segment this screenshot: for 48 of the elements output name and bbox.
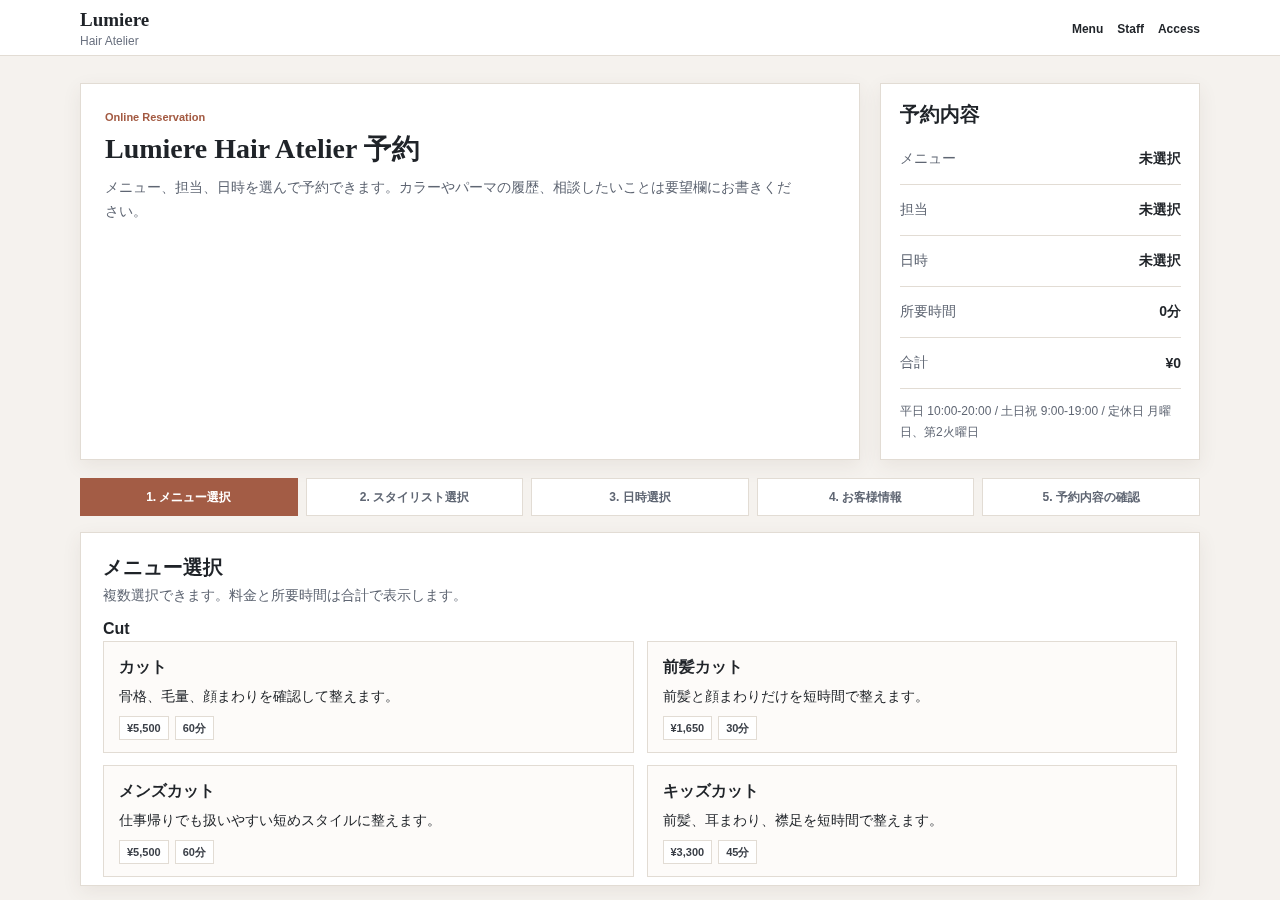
menu-description: 前髪と顔まわりだけを短時間で整えます。: [662, 687, 930, 706]
summary-label: 所要時間: [900, 303, 956, 321]
hours-note: 平日 10:00-20:00 / 土日祝 9:00-19:00 / 定休日 月曜日、第2火曜日: [900, 403, 1173, 441]
summary-label: メニュー: [900, 150, 956, 168]
step-tab[interactable]: 2. スタイリスト選択: [305, 478, 524, 516]
price-tag: ¥5,500: [119, 716, 169, 740]
menu-option-card[interactable]: カット 骨格、毛量、顔まわりを確認して整えます。 ¥5,500 60分: [103, 641, 634, 753]
nav-link[interactable]: Access: [1157, 22, 1200, 36]
eyebrow-label: Online Reservation: [105, 110, 207, 125]
duration-tag: 30分: [718, 716, 758, 740]
summary-title: 予約内容: [900, 102, 981, 127]
nav-link[interactable]: Staff: [1117, 22, 1144, 36]
summary-label: 合計: [900, 354, 928, 372]
menu-option-card[interactable]: メンズカット 仕事帰りでも扱いやすい短めスタイルに整えます。 ¥5,500 60分: [103, 765, 634, 877]
price-tag: ¥1,650: [662, 716, 713, 740]
section-subtitle: 複数選択できます。料金と所要時間は合計で表示します。: [103, 586, 468, 605]
step-tab[interactable]: 5. 予約内容の確認: [982, 478, 1200, 516]
duration-tag: 45分: [718, 840, 758, 864]
summary-value: 未選択: [1139, 150, 1181, 168]
menu-option-card[interactable]: 前髪カット 前髪と顔まわりだけを短時間で整えます。 ¥1,650 30分: [646, 641, 1177, 753]
price-tag: ¥5,500: [119, 840, 169, 864]
summary-value: 0分: [1159, 303, 1181, 321]
menu-name: キッズカット: [662, 781, 760, 801]
menu-name: 前髪カット: [662, 657, 744, 677]
duration-tag: 60分: [174, 716, 214, 740]
menu-description: 前髪、耳まわり、襟足を短時間で整えます。: [662, 811, 944, 830]
nav-link[interactable]: Menu: [1071, 22, 1104, 36]
menu-name: メンズカット: [119, 781, 216, 801]
summary-label: 日時: [900, 252, 928, 270]
category-title: Cut: [103, 619, 131, 639]
page-title: Lumiere Hair Atelier 予約: [105, 132, 421, 166]
menu-description: 仕事帰りでも扱いやすい短めスタイルに整えます。: [119, 811, 442, 830]
summary-value: 未選択: [1139, 252, 1181, 270]
menu-option-card[interactable]: キッズカット 前髪、耳まわり、襟足を短時間で整えます。 ¥3,300 45分: [646, 765, 1177, 877]
section-title: メニュー選択: [103, 555, 224, 580]
brand-tagline: Hair Atelier: [80, 32, 140, 49]
price-tag: ¥3,300: [662, 840, 713, 864]
menu-name: カット: [119, 657, 168, 677]
duration-tag: 60分: [174, 840, 214, 864]
step-tab[interactable]: 4. お客様情報: [756, 478, 975, 516]
step-tab[interactable]: 1. メニュー選択: [80, 478, 298, 516]
menu-description: 骨格、毛量、顔まわりを確認して整えます。: [119, 687, 400, 706]
summary-label: 担当: [900, 201, 928, 219]
summary-value: ¥0: [1165, 355, 1181, 371]
step-tab[interactable]: 3. 日時選択: [531, 478, 749, 516]
summary-value: 未選択: [1139, 201, 1181, 219]
intro-text: メニュー、担当、日時を選んで予約できます。カラーやパーマの履歴、相談したいことは要望欄にお書きください。: [105, 178, 792, 221]
brand-name[interactable]: Lumiere: [80, 8, 150, 31]
